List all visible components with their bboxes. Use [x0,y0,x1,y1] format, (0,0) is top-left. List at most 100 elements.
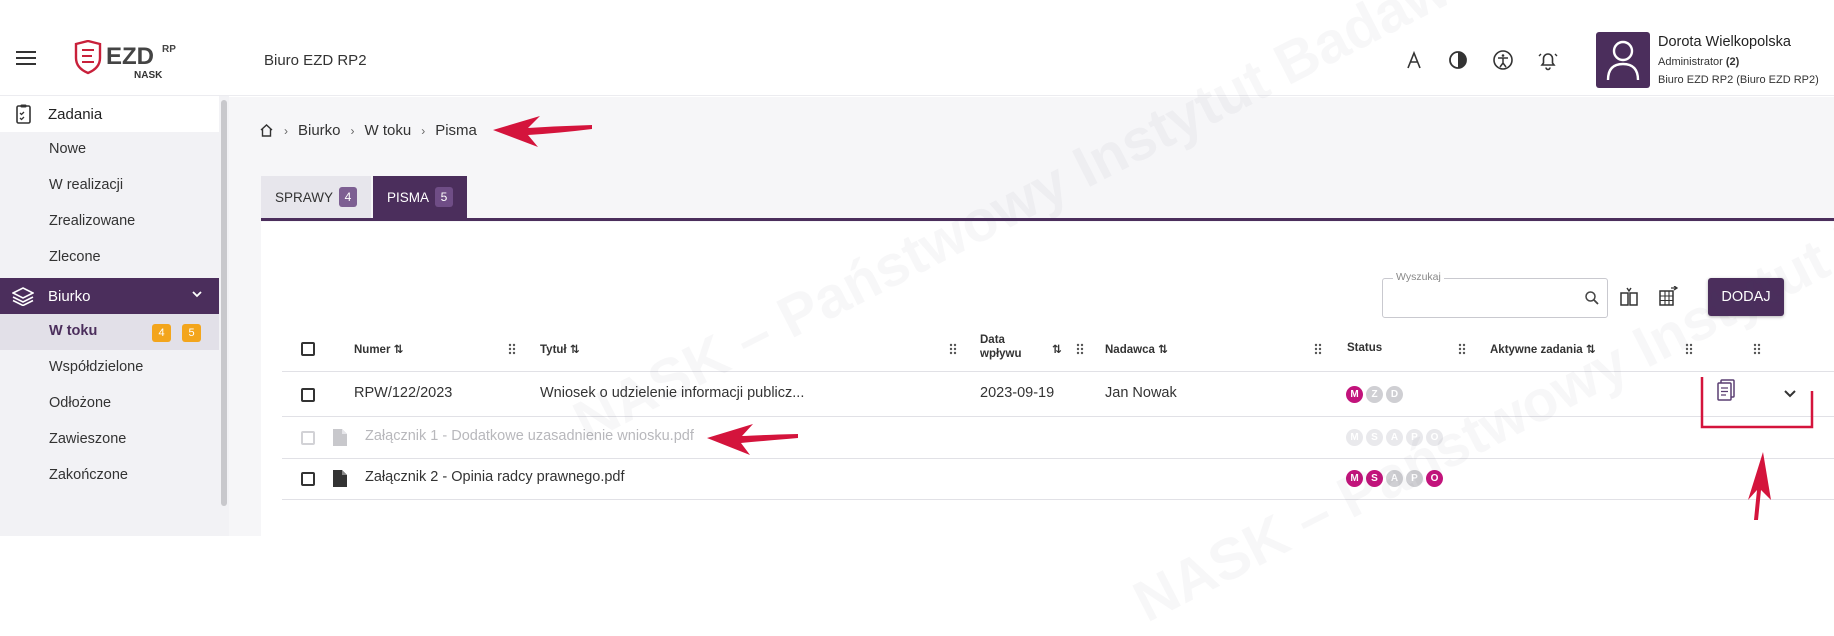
top-bar: EZD RP NASK Biuro EZD RP2 Dorota Wielkop… [0,0,1834,96]
select-all-checkbox[interactable] [301,342,315,356]
status-dot: P [1406,470,1423,487]
status-dot: A [1386,429,1403,446]
status-dot: Z [1366,386,1383,403]
home-icon[interactable] [259,123,274,138]
column-header-numer[interactable]: Numer ⇅ [354,342,403,356]
status-dot-active: O [1426,470,1443,487]
documents-card [261,222,1834,536]
sidebar-item-zawieszone[interactable]: Zawieszone [49,431,126,447]
menu-icon[interactable] [16,51,36,65]
status-dot: M [1346,429,1363,446]
sidebar-item-wspoldzielone[interactable]: Współdzielone [49,359,143,375]
drag-handle-icon[interactable] [1685,343,1693,355]
column-header-data-line2[interactable]: wpływu [980,348,1022,360]
sort-icon[interactable]: ⇅ [1052,342,1062,356]
sidebar-item-w-realizacji[interactable]: W realizacji [49,177,123,193]
breadcrumb: › Biurko › W toku › Pisma [259,122,477,139]
drag-handle-icon[interactable] [1753,343,1761,355]
contrast-icon[interactable] [1446,48,1470,72]
status-dot: O [1426,429,1443,446]
column-header-nadawca[interactable]: Nadawca ⇅ [1105,342,1168,356]
search-icon[interactable] [1584,290,1600,306]
row-checkbox[interactable] [301,388,315,402]
svg-text:NASK: NASK [134,70,163,81]
sidebar-item-odlozone[interactable]: Odłożone [49,395,111,411]
column-label: Tytuł [540,344,567,356]
row-checkbox[interactable] [301,472,315,486]
sort-icon[interactable]: ⇅ [570,344,580,356]
row-numer[interactable]: RPW/122/2023 [354,385,452,401]
breadcrumb-separator: › [421,123,426,138]
sidebar-item-zlecone[interactable]: Zlecone [49,249,101,265]
breadcrumb-separator: › [284,123,288,138]
tab-pisma[interactable]: PISMA 5 [373,176,467,218]
row-checkbox[interactable] [301,431,315,445]
tab-sprawy[interactable]: SPRAWY 4 [261,176,371,218]
column-header-status[interactable]: Status [1347,342,1382,354]
font-size-icon[interactable] [1402,48,1426,72]
expand-row-icon[interactable] [1782,386,1798,402]
sidebar-section-zadania[interactable]: Zadania [0,96,219,132]
search-input[interactable]: Wyszukaj [1382,271,1608,318]
row-divider [282,499,1834,500]
svg-text:EZD: EZD [106,43,154,70]
count-badge: 5 [182,324,201,342]
drag-handle-icon[interactable] [1458,343,1466,355]
column-header-aktywne-zadania[interactable]: Aktywne zadania ⇅ [1490,342,1596,356]
tab-count: 4 [339,187,357,207]
sort-icon[interactable]: ⇅ [394,344,404,356]
column-header-data-line1[interactable]: Data [980,334,1005,346]
accessibility-icon[interactable] [1491,48,1515,72]
drag-handle-icon[interactable] [949,343,957,355]
status-dot: A [1386,470,1403,487]
sidebar-scrollbar[interactable] [221,100,227,506]
status-dot: D [1386,386,1403,403]
column-label: Numer [354,344,391,356]
row-divider [282,458,1834,459]
row-tytul[interactable]: Wniosek o udzielenie informacji publicz.… [540,385,804,401]
sidebar-item-nowe[interactable]: Nowe [49,141,86,157]
columns-settings-icon[interactable] [1618,286,1640,308]
attachment-name[interactable]: Załącznik 2 - Opinia radcy prawnego.pdf [365,469,625,485]
tab-count: 5 [435,187,453,207]
user-name: Dorota Wielkopolska [1658,34,1791,50]
sort-icon[interactable]: ⇅ [1586,344,1596,356]
row-divider [282,371,1834,372]
chevron-down-icon[interactable] [190,287,204,301]
breadcrumb-biurko[interactable]: Biurko [298,122,341,139]
status-dot: S [1366,429,1383,446]
file-icon [333,429,347,446]
sidebar-item-w-toku[interactable]: W toku [49,323,97,339]
avatar [1596,32,1650,88]
sort-icon[interactable]: ⇅ [1158,344,1168,356]
ezd-logo[interactable]: EZD RP NASK [74,40,204,84]
column-header-tytul[interactable]: Tytuł ⇅ [540,342,579,356]
file-icon [333,470,347,487]
attachment-name[interactable]: Załącznik 1 - Dodatkowe uzasadnienie wni… [365,428,694,444]
sidebar-item-zrealizowane[interactable]: Zrealizowane [49,213,135,229]
sidebar-section-label: Zadania [48,105,103,123]
add-button[interactable]: DODAJ [1708,278,1784,316]
clipboard-icon [16,104,31,124]
export-table-icon[interactable] [1657,286,1679,308]
status-dot-active: M [1346,470,1363,487]
user-role-label: Administrator [1658,56,1723,68]
breadcrumb-separator: › [350,123,355,138]
bell-icon[interactable] [1536,48,1560,72]
drag-handle-icon[interactable] [1314,343,1322,355]
drag-handle-icon[interactable] [1076,343,1084,355]
status-dot-active: M [1346,386,1363,403]
row-divider [282,416,1834,417]
status-dot: P [1406,429,1423,446]
sidebar-item-zakonczone[interactable]: Zakończone [49,467,128,483]
svg-text:RP: RP [162,44,176,55]
user-role: Administrator (2) [1658,56,1739,68]
tab-label: PISMA [387,189,430,205]
layers-icon [12,287,34,306]
user-panel[interactable]: Dorota Wielkopolska Administrator (2) Bi… [1596,32,1826,90]
drag-handle-icon[interactable] [508,343,516,355]
document-preview-icon[interactable] [1716,377,1738,401]
row-data: 2023-09-19 [980,385,1055,401]
sidebar-section-biurko[interactable]: Biurko [0,278,219,314]
breadcrumb-w-toku[interactable]: W toku [365,122,412,139]
